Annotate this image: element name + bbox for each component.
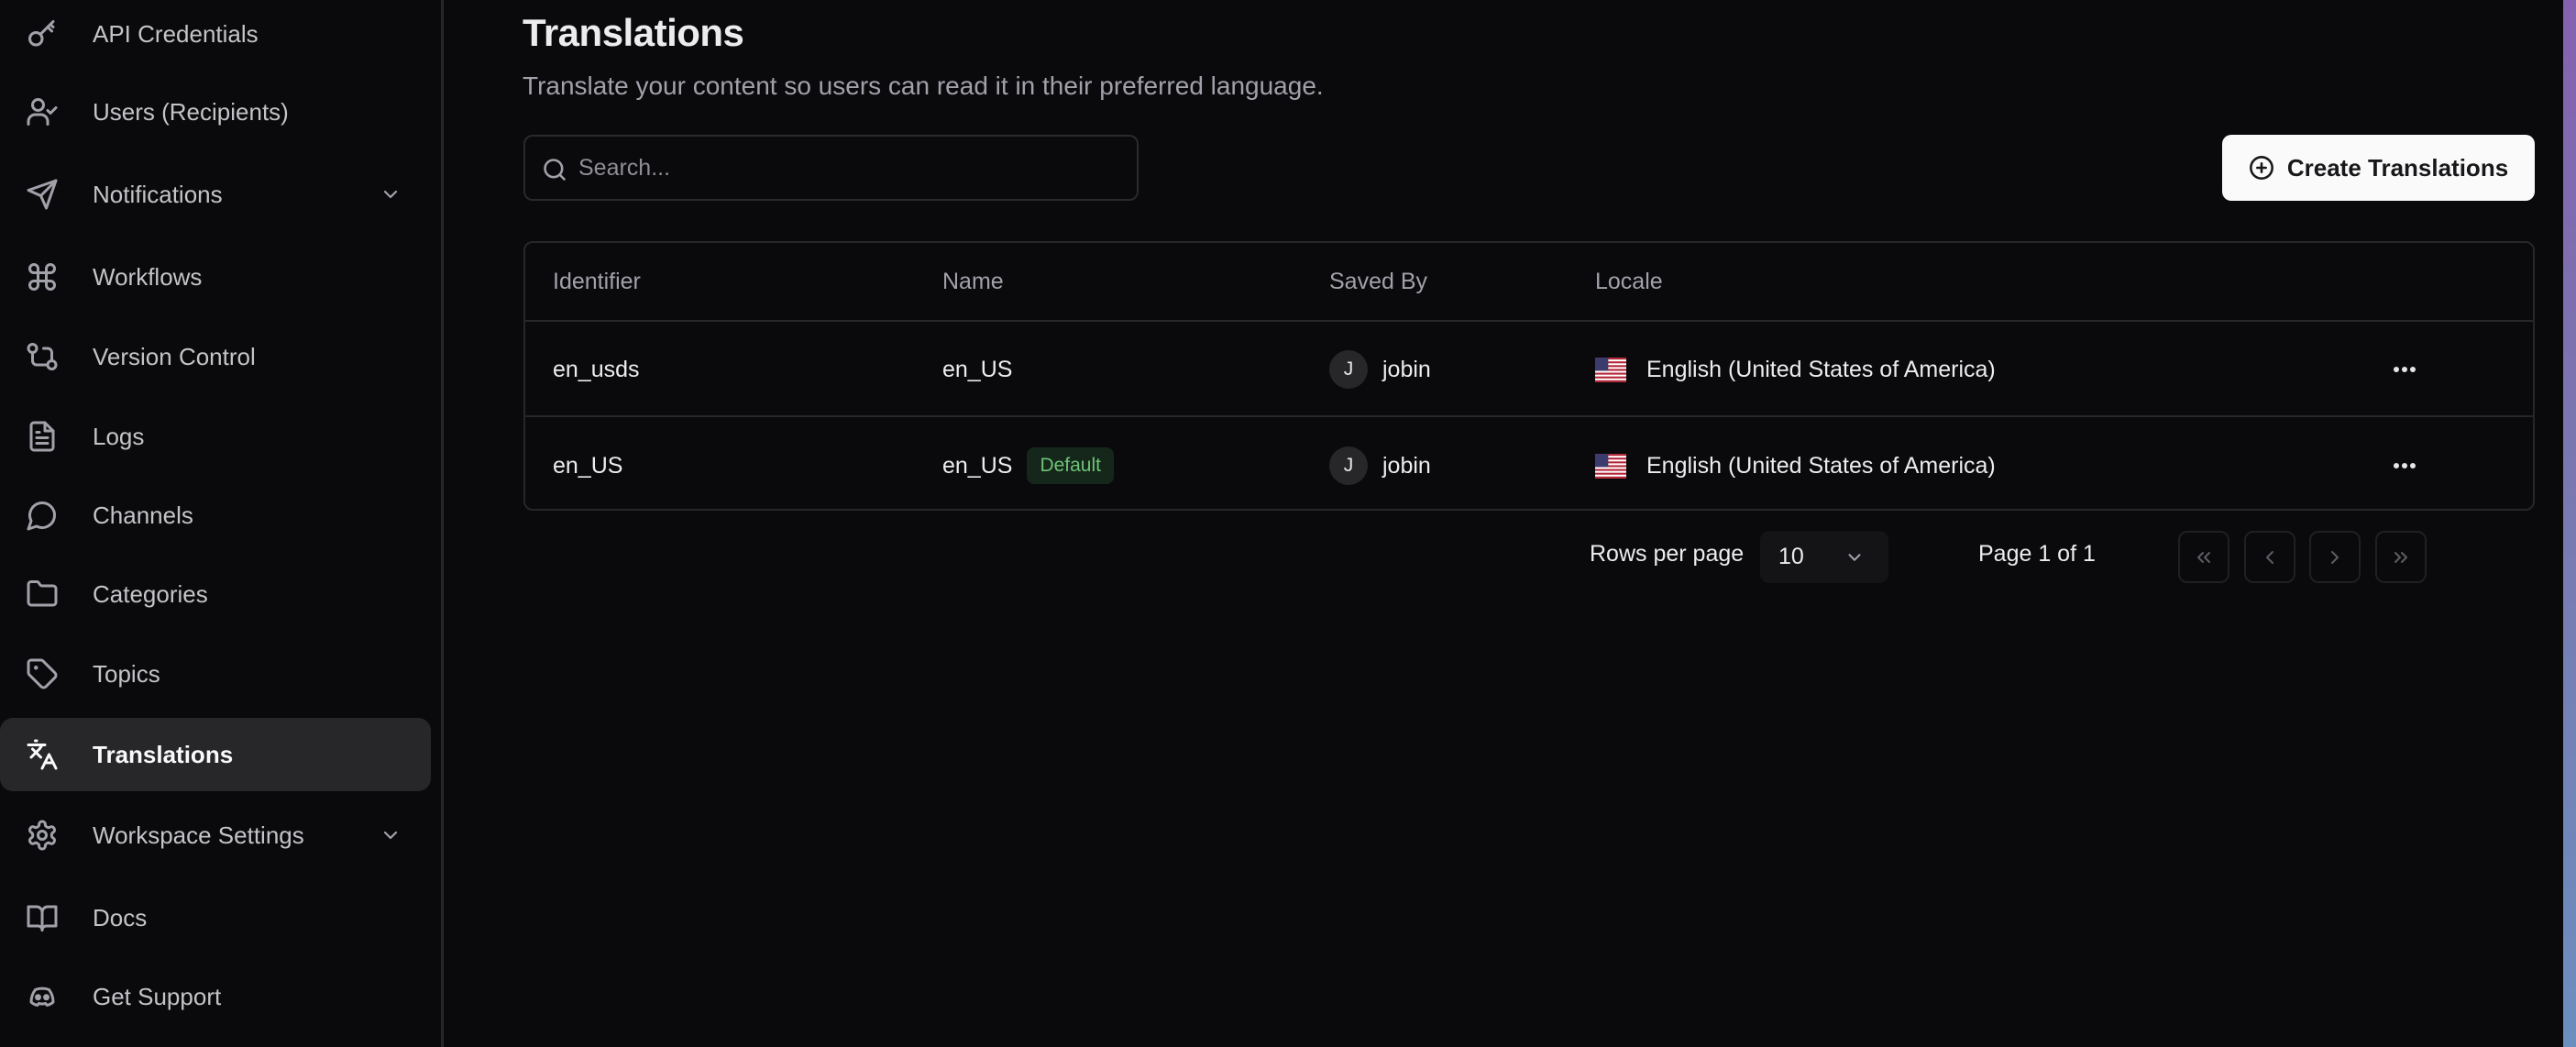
key-icon [26,17,59,50]
name-text: en_US [942,452,1013,479]
us-flag-icon [1595,357,1626,382]
languages-icon [26,738,59,771]
sidebar-item-get-support[interactable]: Get Support [0,960,431,1033]
create-translations-label: Create Translations [2286,153,2509,182]
sidebar: API Credentials Users (Recipients) Notif… [0,0,444,1047]
sidebar-item-logs[interactable]: Logs [0,400,431,473]
table-row[interactable]: en_usds en_US J jobin English (United St… [525,324,2533,417]
sidebar-item-label: API Credentials [93,19,259,48]
page-subtitle: Translate your content so users can read… [523,72,1324,100]
translations-table: Identifier Name Saved By Locale en_usds … [523,241,2535,511]
sidebar-item-translations[interactable]: Translations [0,718,431,791]
sidebar-item-label: Docs [93,903,148,931]
column-header-name[interactable]: Name [942,243,1004,320]
sidebar-item-channels[interactable]: Channels [0,479,431,552]
settings-icon [26,819,59,852]
sidebar-item-workflows[interactable]: Workflows [0,240,431,314]
sidebar-item-label: Translations [93,740,234,768]
name-cell: en_US Default [942,419,1114,509]
sidebar-item-docs[interactable]: Docs [0,881,431,954]
sidebar-item-label: Version Control [93,342,256,370]
rows-per-page-select[interactable]: 10 [1760,531,1888,583]
default-badge: Default [1027,447,1114,484]
chevron-down-icon[interactable] [380,824,402,846]
chevron-right-icon [2331,550,2339,564]
sidebar-item-label: Logs [93,422,145,450]
sidebar-item-categories[interactable]: Categories [0,557,431,631]
git-compare-icon [26,340,59,373]
previous-page-button[interactable] [2244,531,2295,583]
table-header-row: Identifier Name Saved By Locale [525,243,2533,322]
locale-cell: English (United States of America) [1595,324,1996,415]
search-icon [542,157,567,182]
plus-circle-icon [2249,156,2273,180]
rows-per-page-value: 10 [1778,544,1804,569]
tag-icon [26,657,59,690]
chevron-down-icon[interactable] [380,183,402,205]
sidebar-item-label: Topics [93,659,160,688]
sidebar-item-label: Categories [93,579,208,608]
sidebar-item-users-recipients[interactable]: Users (Recipients) [0,75,431,149]
more-horizontal-icon [2394,463,2416,468]
saved-by-cell: J jobin [1329,324,1431,415]
page-indicator: Page 1 of 1 [1978,541,2096,567]
file-text-icon [26,420,59,453]
identifier-cell: en_US [553,452,623,479]
sidebar-item-topics[interactable]: Topics [0,637,431,711]
command-icon [26,260,59,293]
identifier-cell: en_usds [553,356,640,382]
name-cell: en_US [942,324,1012,415]
sidebar-item-label: Workspace Settings [93,821,304,849]
user-check-icon [26,95,59,128]
column-header-identifier[interactable]: Identifier [553,243,641,320]
chevron-down-icon [1844,547,1865,568]
sidebar-item-label: Get Support [93,982,222,1010]
sidebar-item-label: Channels [93,501,193,529]
message-circle-icon [26,499,59,532]
sidebar-item-api-credentials[interactable]: API Credentials [0,0,431,71]
column-header-saved-by[interactable]: Saved By [1329,243,1427,320]
chevrons-right-icon [2394,551,2407,563]
saved-by-cell: J jobin [1329,419,1431,509]
discord-icon [26,980,59,1013]
sidebar-item-notifications[interactable]: Notifications [0,158,431,231]
saved-by-name: jobin [1382,452,1431,479]
avatar: J [1329,350,1368,389]
locale-text: English (United States of America) [1646,452,1996,479]
name-text: en_US [942,356,1013,382]
locale-text: English (United States of America) [1646,356,1996,382]
last-page-button[interactable] [2375,531,2427,583]
send-icon [26,178,59,211]
sidebar-item-workspace-settings[interactable]: Workspace Settings [0,799,431,872]
sidebar-item-label: Users (Recipients) [93,97,289,126]
first-page-button[interactable] [2178,531,2229,583]
chevrons-left-icon [2197,551,2210,563]
sidebar-item-version-control[interactable]: Version Control [0,320,431,393]
more-horizontal-icon [2394,367,2416,372]
column-header-locale[interactable]: Locale [1595,243,1663,320]
row-actions-button[interactable] [2386,419,2423,509]
row-actions-button[interactable] [2386,324,2423,415]
create-translations-button[interactable]: Create Translations [2222,135,2535,201]
window-edge-gradient [2563,0,2576,1047]
search-box [523,135,1139,201]
search-input[interactable] [578,137,1128,199]
locale-cell: English (United States of America) [1595,419,1996,509]
us-flag-icon [1595,453,1626,479]
saved-by-name: jobin [1382,356,1431,382]
table-row[interactable]: en_US en_US Default J jobin English (Uni… [525,419,2533,509]
sidebar-item-label: Workflows [93,262,203,291]
folder-icon [26,578,59,611]
chevron-left-icon [2266,550,2273,564]
page-title: Translations [523,11,744,54]
rows-per-page-label: Rows per page [1590,541,1745,567]
sidebar-item-label: Notifications [93,180,223,208]
avatar: J [1329,446,1368,485]
next-page-button[interactable] [2309,531,2361,583]
book-open-icon [26,901,59,934]
